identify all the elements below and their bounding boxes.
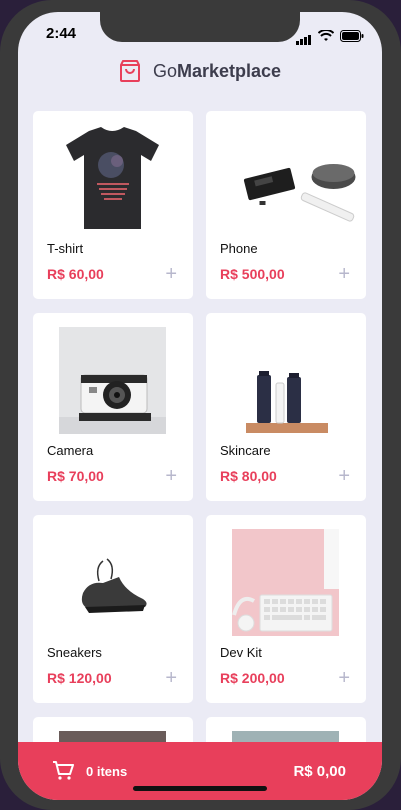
- product-card[interactable]: Skincare R$ 80,00 +: [206, 313, 366, 501]
- cart-summary[interactable]: 0 itens: [52, 761, 127, 781]
- add-to-cart-button[interactable]: +: [338, 466, 350, 486]
- brand-light: Go: [152, 60, 177, 81]
- signal-icon: [296, 27, 312, 45]
- add-to-cart-button[interactable]: +: [165, 668, 177, 688]
- app-screen: 2:44 GoMarketplace T-shirt R$ 60,00 + Ph…: [18, 12, 382, 800]
- product-card[interactable]: Phone R$ 500,00 +: [206, 111, 366, 299]
- sneakers-image: [81, 558, 147, 613]
- skincare-image: [246, 371, 328, 433]
- phone-image: [243, 164, 356, 222]
- wifi-icon: [318, 30, 334, 41]
- phone-frame: 2:44 GoMarketplace T-shirt R$ 60,00 + Ph…: [0, 0, 401, 810]
- cart-icon: [53, 761, 74, 780]
- product-title: Camera: [47, 443, 94, 458]
- product-title: Dev Kit: [220, 645, 262, 660]
- cart-item-count: 0 itens: [86, 763, 128, 779]
- brand-logo: GoMarketplace: [153, 61, 281, 82]
- product-card[interactable]: Dev Kit R$ 200,00 +: [206, 515, 366, 703]
- notch: [100, 12, 300, 42]
- product-card[interactable]: T-shirt R$ 60,00 +: [33, 111, 193, 299]
- shopping-bag-icon: [119, 60, 140, 82]
- product-title: Phone: [220, 241, 258, 256]
- cart-total: R$ 0,00: [293, 762, 346, 780]
- home-indicator: [133, 786, 267, 791]
- devkit-image: [232, 529, 339, 636]
- camera-image: [59, 327, 166, 434]
- product-price: R$ 120,00: [47, 670, 112, 686]
- product-title: Skincare: [220, 443, 271, 458]
- add-to-cart-button[interactable]: +: [165, 466, 177, 486]
- product-price: R$ 500,00: [220, 266, 285, 282]
- add-to-cart-button[interactable]: +: [338, 668, 350, 688]
- product-title: Sneakers: [47, 645, 102, 660]
- product-price: R$ 70,00: [47, 468, 104, 484]
- product-price: R$ 200,00: [220, 670, 285, 686]
- battery-icon: [340, 30, 364, 42]
- product-card[interactable]: Camera R$ 70,00 +: [33, 313, 193, 501]
- product-card[interactable]: Sneakers R$ 120,00 +: [33, 515, 193, 703]
- cart-bar[interactable]: 0 itens R$ 0,00: [18, 742, 382, 800]
- product-price: R$ 80,00: [220, 468, 277, 484]
- tshirt-image: [66, 127, 159, 229]
- product-title: T-shirt: [47, 241, 84, 256]
- brand-bold: Marketplace: [176, 60, 282, 81]
- app-header: GoMarketplace: [18, 58, 382, 84]
- status-icons: [296, 27, 364, 45]
- product-grid: T-shirt R$ 60,00 + Phone R$ 500,00 + Cam…: [33, 111, 367, 757]
- product-price: R$ 60,00: [47, 266, 104, 282]
- add-to-cart-button[interactable]: +: [338, 264, 350, 284]
- status-time: 2:44: [46, 25, 77, 42]
- add-to-cart-button[interactable]: +: [165, 264, 177, 284]
